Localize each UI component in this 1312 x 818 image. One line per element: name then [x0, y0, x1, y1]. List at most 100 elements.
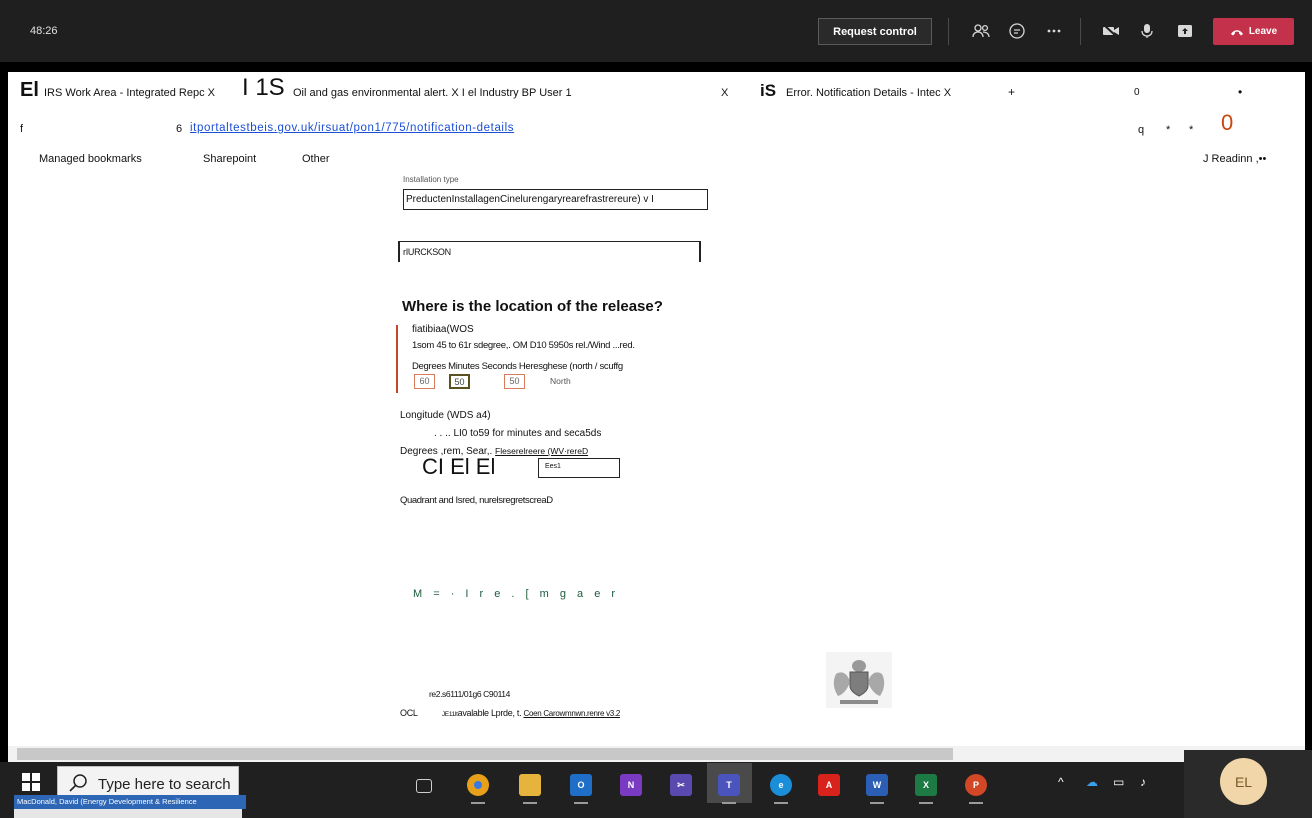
latitude-label: fiatibiaa(WOS: [412, 324, 474, 335]
tab-favicon: I 1S: [242, 74, 285, 101]
bookmark-other[interactable]: Other: [302, 153, 330, 165]
outlook-icon[interactable]: O: [570, 774, 592, 796]
camera-off-icon[interactable]: [1100, 20, 1122, 42]
tab-favicon: El: [20, 79, 39, 101]
excel-icon[interactable]: X: [915, 774, 937, 796]
profile-icon[interactable]: 0: [1221, 110, 1233, 136]
new-tab-button[interactable]: +: [1008, 85, 1015, 99]
leave-button[interactable]: Leave: [1213, 18, 1294, 45]
footer-text: avalable Lprde, t.: [457, 708, 522, 718]
horizontal-scrollbar-thumb[interactable]: [17, 748, 953, 760]
longitude-direction-select[interactable]: Ees1: [538, 458, 620, 478]
browser-tab-row: El IRS Work Area - Integrated Repc X I 1…: [8, 72, 1305, 110]
installation-name-field[interactable]: rIURCKSON: [398, 241, 701, 262]
volume-icon[interactable]: ♪: [1140, 775, 1146, 789]
powerpoint-icon[interactable]: P: [965, 774, 987, 796]
latitude-seconds-input[interactable]: 50: [504, 374, 525, 389]
latitude-hint: 1som 45 to 61r sdegree,. OM D10 5950s re…: [412, 340, 635, 351]
file-explorer-icon[interactable]: [519, 774, 541, 796]
reading-list-button[interactable]: J Readinn ,••: [1203, 153, 1266, 165]
request-control-button[interactable]: Request control: [818, 18, 932, 45]
window-minimize-button[interactable]: 0: [1134, 87, 1140, 98]
quadrant-label: Quadrant and Isred, nurelsregretscreaD: [400, 495, 553, 506]
onedrive-icon[interactable]: ☁: [1086, 775, 1098, 789]
word-icon[interactable]: W: [866, 774, 888, 796]
error-indicator-bar: [396, 325, 398, 393]
share-screen-icon[interactable]: [1174, 20, 1196, 42]
zoom-icon[interactable]: q: [1138, 124, 1144, 136]
tab-oil-gas-alert[interactable]: Oil and gas environmental alert. X I el …: [293, 87, 572, 99]
tab-close-button[interactable]: X: [721, 87, 728, 99]
onenote-icon[interactable]: N: [620, 774, 642, 796]
site-info-icon[interactable]: 6: [176, 123, 182, 135]
chat-icon[interactable]: [1006, 20, 1028, 42]
bookmarks-bar: Managed bookmarks Sharepoint Other J Rea…: [8, 148, 1305, 170]
shared-screen-left-border: [0, 62, 8, 762]
footer-licence: OCL JE11ltavalable Lprde, t. Coen Carowm…: [400, 708, 620, 718]
tab-error-notification[interactable]: Error. Notification Details - Intec X: [786, 87, 951, 99]
toolbar-divider: [948, 18, 949, 45]
back-button[interactable]: f: [20, 123, 23, 135]
snipping-tool-icon[interactable]: ✂: [670, 774, 692, 796]
running-indicator: [574, 802, 588, 804]
installation-type-label: Installation type: [403, 175, 459, 184]
footer-reference: re2.s6111/01g6 C90114: [429, 689, 510, 699]
meeting-timer: 48:26: [30, 25, 58, 37]
bookmark-sharepoint[interactable]: Sharepoint: [203, 153, 256, 165]
avatar[interactable]: EL: [1220, 758, 1267, 805]
running-indicator: [870, 802, 884, 804]
footer-small-text: JE11lt: [441, 711, 458, 718]
meeting-toolbar: 48:26 Request control Leave: [0, 0, 1312, 62]
tab-irs-work-area[interactable]: IRS Work Area - Integrated Repc X: [44, 87, 215, 99]
running-indicator: [722, 802, 736, 804]
manager-text: M = · I r e . [ m g a e r: [413, 588, 620, 600]
tab-favicon: iS: [760, 81, 777, 100]
battery-icon[interactable]: ▭: [1113, 775, 1124, 789]
favorites-list-icon[interactable]: *: [1189, 124, 1193, 136]
running-indicator: [919, 802, 933, 804]
edge-icon[interactable]: e: [770, 774, 792, 796]
more-options-icon[interactable]: [1043, 20, 1065, 42]
latitude-hemisphere-select[interactable]: North: [550, 376, 571, 386]
favorite-icon[interactable]: *: [1166, 124, 1170, 136]
address-bar-url[interactable]: itportaltestbeis.gov.uk/irsuat/pon1/775/…: [190, 122, 514, 134]
longitude-label: Longitude (WDS a4): [400, 410, 491, 421]
microphone-icon[interactable]: [1136, 20, 1158, 42]
leave-label: Leave: [1248, 26, 1278, 37]
tooltip-shadow: [14, 809, 242, 818]
search-placeholder: Type here to search: [98, 776, 231, 793]
task-view-icon[interactable]: [416, 779, 432, 793]
latitude-degrees-input[interactable]: 60: [414, 374, 435, 389]
shared-screen-top-border: [0, 62, 1312, 72]
phone-hangup-icon: [1230, 29, 1243, 35]
footer-ocl-logo: OCL: [400, 708, 418, 718]
installation-type-select[interactable]: PreductenInstallagenCinelurengaryrearefr…: [403, 189, 708, 210]
longitude-units-link[interactable]: Fleserelreere (WV·rereD: [495, 446, 588, 456]
acrobat-icon[interactable]: A: [818, 774, 840, 796]
window-control[interactable]: •: [1238, 85, 1242, 99]
teams-icon[interactable]: T: [718, 774, 740, 796]
participants-icon[interactable]: [970, 20, 992, 42]
latitude-units-label: Degrees Minutes Seconds Heresghese (nort…: [412, 361, 623, 372]
chrome-icon[interactable]: [467, 774, 489, 796]
speaker-name-tooltip: MacDonald, David (Energy Development & R…: [14, 795, 246, 809]
running-indicator: [471, 802, 485, 804]
shared-screen-right-border: [1305, 62, 1312, 762]
page-content: Installation type PreductenInstallagenCi…: [8, 170, 1305, 746]
bookmark-managed[interactable]: Managed bookmarks: [39, 153, 142, 165]
search-icon: [69, 774, 87, 792]
windows-start-icon[interactable]: [22, 773, 40, 791]
running-indicator: [523, 802, 537, 804]
running-indicator: [774, 802, 788, 804]
longitude-hint: . . .. LI0 to59 for minutes and seca5ds: [434, 428, 602, 439]
royal-coat-of-arms-logo: [826, 652, 892, 708]
latitude-minutes-input[interactable]: 50: [449, 374, 470, 389]
running-indicator: [969, 802, 983, 804]
screen: 48:26 Request control Leave El IRS Work …: [0, 0, 1312, 818]
page-title: Where is the location of the release?: [402, 298, 663, 315]
browser-address-row: f 6 itportaltestbeis.gov.uk/irsuat/pon1/…: [8, 110, 1305, 148]
toolbar-divider: [1080, 18, 1081, 45]
footer-licence-link[interactable]: Coen Carowmnwn.renre v3.2: [523, 709, 620, 718]
show-hidden-icons-chevron-icon[interactable]: ^: [1058, 775, 1064, 789]
longitude-inputs[interactable]: CI El El: [422, 454, 495, 480]
